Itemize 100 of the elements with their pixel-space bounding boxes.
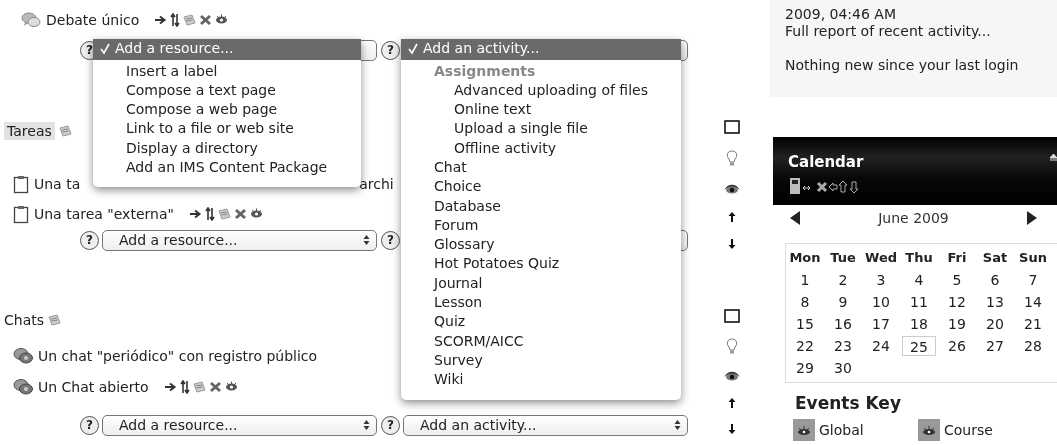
square-icon[interactable]	[724, 309, 740, 323]
menu-option[interactable]: Forum	[401, 215, 681, 236]
calendar-day[interactable]: 23	[826, 336, 860, 356]
month-title: June 2009	[878, 210, 949, 226]
menu-option[interactable]: Compose a text page	[93, 80, 361, 101]
report-link[interactable]: Full report of recent activity...	[785, 23, 991, 39]
event-type-icon	[793, 419, 815, 441]
menu-option[interactable]: Add a resource...	[93, 38, 361, 60]
menu-option[interactable]: Advanced uploading of files	[401, 80, 681, 101]
calendar-day[interactable]: 16	[826, 314, 860, 334]
menu-option[interactable]: Quiz	[401, 312, 681, 332]
calendar-day[interactable]: 1	[788, 270, 822, 290]
calendar-day[interactable]: 15	[788, 314, 822, 334]
calendar-day[interactable]: 30	[826, 358, 860, 378]
move-icon[interactable]	[170, 13, 181, 27]
edit-icon[interactable]	[58, 125, 72, 137]
calendar-day[interactable]: 21	[1016, 314, 1050, 334]
menu-option[interactable]: Lesson	[401, 293, 681, 313]
calendar-day[interactable]: 11	[902, 292, 936, 312]
delete-icon[interactable]	[208, 381, 222, 393]
resource-select[interactable]: Add a resource...	[102, 229, 377, 251]
calendar-day[interactable]: 20	[978, 314, 1012, 334]
calendar-day[interactable]: 3	[864, 270, 898, 290]
menu-option[interactable]: Link to a file or web site	[93, 119, 361, 139]
calendar-day[interactable]: 4	[902, 270, 936, 290]
help-button[interactable]: ?	[80, 230, 99, 250]
activity-link[interactable]: Una ta	[34, 176, 81, 192]
down-arrow-icon[interactable]	[728, 238, 736, 250]
help-button[interactable]: ?	[381, 415, 400, 435]
calendar-day[interactable]: 28	[1016, 336, 1050, 356]
resource-select[interactable]: Add a resource...	[102, 414, 377, 436]
calendar-day[interactable]: 2	[826, 270, 860, 290]
calendar-day[interactable]: 9	[826, 292, 860, 312]
edit-icon[interactable]	[48, 314, 61, 326]
calendar-day[interactable]: 27	[978, 336, 1012, 356]
weekday-label: Sat	[981, 249, 1009, 267]
menu-option[interactable]: Wiki	[401, 370, 681, 390]
up-arrow-icon[interactable]	[728, 210, 736, 223]
calendar-day[interactable]: 7	[1016, 270, 1050, 290]
lightbulb-icon[interactable]	[726, 337, 738, 354]
menu-option[interactable]: Add an IMS Content Package	[93, 158, 361, 178]
calendar-day[interactable]: 25	[902, 336, 936, 356]
menu-option[interactable]: Survey	[401, 350, 681, 371]
menu-option[interactable]: Glossary	[401, 235, 681, 255]
menu-option[interactable]: Display a directory	[93, 138, 361, 158]
arrow-right-icon[interactable]	[163, 381, 177, 393]
help-button[interactable]: ?	[80, 415, 99, 435]
move-icon[interactable]	[204, 207, 215, 221]
calendar-day[interactable]: 12	[940, 292, 974, 312]
help-button[interactable]: ?	[381, 230, 400, 250]
activity-link[interactable]: Una tarea "externa"	[34, 206, 174, 222]
next-arrow-icon[interactable]	[1027, 211, 1037, 225]
activity-select[interactable]: Add an activity...	[403, 414, 688, 436]
calendar-day[interactable]: 8	[788, 292, 822, 312]
delete-icon[interactable]	[233, 208, 247, 220]
menu-option[interactable]: Insert a label	[93, 61, 361, 81]
down-arrow-icon[interactable]	[728, 423, 736, 435]
arrow-right-icon[interactable]	[154, 14, 168, 26]
calendar-day[interactable]: 13	[978, 292, 1012, 312]
status-text: Nothing new since your last login	[785, 57, 1019, 73]
eye-icon[interactable]	[249, 208, 263, 220]
activity-link[interactable]: archi	[359, 176, 394, 192]
calendar-day[interactable]: 26	[940, 336, 974, 356]
activity-link[interactable]: Debate único	[46, 12, 140, 28]
menu-option[interactable]: SCORM/AICC	[401, 331, 681, 351]
menu-option[interactable]: Choice	[401, 177, 681, 197]
weekday-label: Tue	[829, 249, 857, 267]
up-arrow-icon[interactable]	[728, 396, 736, 409]
help-button[interactable]: ?	[381, 40, 400, 60]
menu-option[interactable]: Compose a web page	[93, 100, 361, 120]
previous-arrow-icon[interactable]	[790, 211, 800, 225]
square-icon[interactable]	[724, 120, 740, 134]
arrow-right-icon[interactable]	[188, 208, 202, 220]
calendar-day[interactable]: 29	[788, 358, 822, 378]
menu-option[interactable]: Chat	[401, 158, 681, 178]
collapse-icon[interactable]	[1050, 154, 1057, 164]
eye-icon[interactable]	[224, 381, 238, 393]
calendar-day[interactable]: 19	[940, 314, 974, 334]
menu-option[interactable]: Upload a single file	[401, 119, 681, 139]
eye-icon[interactable]	[215, 14, 229, 26]
calendar-day[interactable]: 22	[788, 336, 822, 356]
calendar-day[interactable]: 5	[940, 270, 974, 290]
calendar-day[interactable]: 10	[864, 292, 898, 312]
activity-link[interactable]: Un chat "periódico" con registro público	[38, 348, 318, 364]
menu-option[interactable]: Database	[401, 196, 681, 216]
menu-option[interactable]: Add an activity...	[401, 38, 681, 60]
menu-option[interactable]: Journal	[401, 273, 681, 294]
menu-option[interactable]: Online text	[401, 100, 681, 120]
activity-link[interactable]: Un Chat abierto	[38, 379, 149, 395]
calendar-day[interactable]: 18	[902, 314, 936, 334]
speech-bubbles-icon	[13, 378, 33, 396]
delete-icon[interactable]	[199, 14, 213, 26]
calendar-day[interactable]: 14	[1016, 292, 1050, 312]
menu-option[interactable]: Hot Potatoes Quiz	[401, 254, 681, 274]
move-icon[interactable]	[179, 380, 190, 394]
menu-option[interactable]: Offline activity	[401, 138, 681, 158]
lightbulb-icon[interactable]	[726, 149, 738, 166]
calendar-day[interactable]: 24	[864, 336, 898, 356]
calendar-day[interactable]: 6	[978, 270, 1012, 290]
calendar-day[interactable]: 17	[864, 314, 898, 334]
